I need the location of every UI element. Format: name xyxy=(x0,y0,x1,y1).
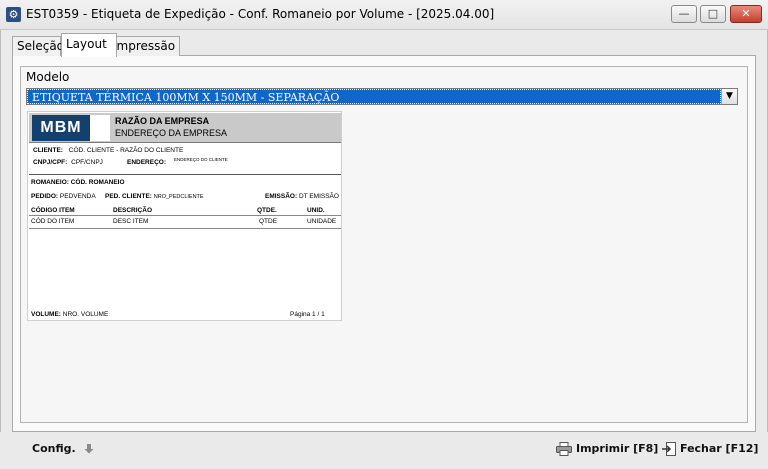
arrow-down-icon xyxy=(84,444,94,454)
row-codigo: CÓD DO ITEM xyxy=(31,218,75,225)
column-qtde: QTDE. xyxy=(257,207,277,214)
minimize-button[interactable]: — xyxy=(671,5,697,23)
window-title: EST0359 - Etiqueta de Expedição - Conf. … xyxy=(26,7,495,21)
table-header-line xyxy=(29,215,341,216)
label-preview: MBM RAZÃO DA EMPRESA ENDEREÇO DA EMPRESA… xyxy=(27,111,342,321)
preview-header: MBM RAZÃO DA EMPRESA ENDEREÇO DA EMPRESA xyxy=(29,113,341,143)
row-unid: UNIDADE xyxy=(307,218,337,225)
emissao-label: EMISSÃO: xyxy=(265,193,298,200)
pedido-label: PEDIDO: xyxy=(31,193,59,200)
cnpj-value: CPF/CNPJ xyxy=(71,159,103,166)
pedido-row: PEDIDO: PEDVENDA xyxy=(31,193,96,200)
endereco-value: ENDEREÇO DO CLIENTE xyxy=(174,157,228,162)
exit-icon xyxy=(662,442,676,456)
modelo-label: Modelo xyxy=(26,70,70,84)
cliente-label: CLIENTE: xyxy=(33,147,63,154)
row-descricao: DESC ITEM xyxy=(113,218,149,225)
maximize-button[interactable]: □ xyxy=(700,5,726,23)
modelo-selected-value[interactable]: ETIQUETA TÉRMICA 100MM X 150MM - SEPARAÇ… xyxy=(27,89,721,104)
romaneio-value: CÓD. ROMANEIO xyxy=(70,179,125,186)
company-name: RAZÃO DA EMPRESA xyxy=(115,116,210,126)
endereco-row: ENDEREÇO: xyxy=(127,159,166,166)
close-button[interactable]: ✕ xyxy=(730,5,762,23)
title-bar: ⚙ EST0359 - Etiqueta de Expedição - Conf… xyxy=(0,0,768,30)
ped-cliente-row: PED. CLIENTE: NRO_PEDCLIENTE xyxy=(105,193,204,200)
config-button[interactable]: Config. xyxy=(32,442,98,455)
app-icon: ⚙ xyxy=(6,7,21,22)
pedido-value: PEDVENDA xyxy=(59,193,96,200)
config-label: Config. xyxy=(32,442,76,455)
imprimir-button[interactable]: Imprimir [F8] xyxy=(556,442,658,456)
company-address: ENDEREÇO DA EMPRESA xyxy=(115,128,228,138)
romaneio-row: ROMANEIO: CÓD. ROMANEIO xyxy=(31,179,125,186)
tab-selecao[interactable]: Seleção xyxy=(12,36,64,56)
volume-row: VOLUME: NRO. VOLUME xyxy=(31,311,108,318)
romaneio-label: ROMANEIO: xyxy=(31,179,69,186)
tab-impressao[interactable]: Impressão xyxy=(108,36,180,56)
emissao-row: EMISSÃO: DT EMISSÃO xyxy=(265,193,339,200)
volume-value: NRO. VOLUME xyxy=(62,311,109,318)
modelo-select[interactable]: ETIQUETA TÉRMICA 100MM X 150MM - SEPARAÇ… xyxy=(26,88,738,105)
emissao-value: DT EMISSÃO xyxy=(298,193,339,200)
table-row-line xyxy=(29,228,341,229)
cnpj-label: CNPJ/CPF: xyxy=(33,159,68,166)
ped-cliente-label: PED. CLIENTE: xyxy=(105,193,152,200)
endereco-label: ENDEREÇO: xyxy=(127,159,167,166)
cliente-row: CLIENTE: CÓD. CLIENTE - RAZÃO DO CLIENTE xyxy=(33,147,183,154)
logo-space xyxy=(90,115,110,141)
volume-label: VOLUME: xyxy=(31,311,61,318)
imprimir-label: Imprimir [F8] xyxy=(576,442,659,455)
ped-cliente-value: NRO_PEDCLIENTE xyxy=(153,194,204,200)
divider xyxy=(29,174,341,175)
cliente-value: CÓD. CLIENTE - RAZÃO DO CLIENTE xyxy=(68,147,184,154)
company-logo: MBM xyxy=(32,115,90,141)
page-number: Página 1 / 1 xyxy=(290,311,325,318)
dropdown-arrow-icon[interactable]: ▼ xyxy=(721,89,737,104)
tab-layout[interactable]: Layout xyxy=(61,33,117,57)
printer-icon xyxy=(556,442,572,456)
fechar-label: Fechar [F12] xyxy=(680,442,759,455)
row-qtde: QTDE xyxy=(259,218,278,225)
column-unid: UNID. xyxy=(307,207,325,214)
fechar-button[interactable]: Fechar [F12] xyxy=(662,442,758,456)
cnpj-row: CNPJ/CPF: CPF/CNPJ xyxy=(33,159,103,166)
column-descricao: DESCRIÇÃO xyxy=(113,207,153,214)
column-codigo: CÓDIGO ITEM xyxy=(31,207,75,214)
